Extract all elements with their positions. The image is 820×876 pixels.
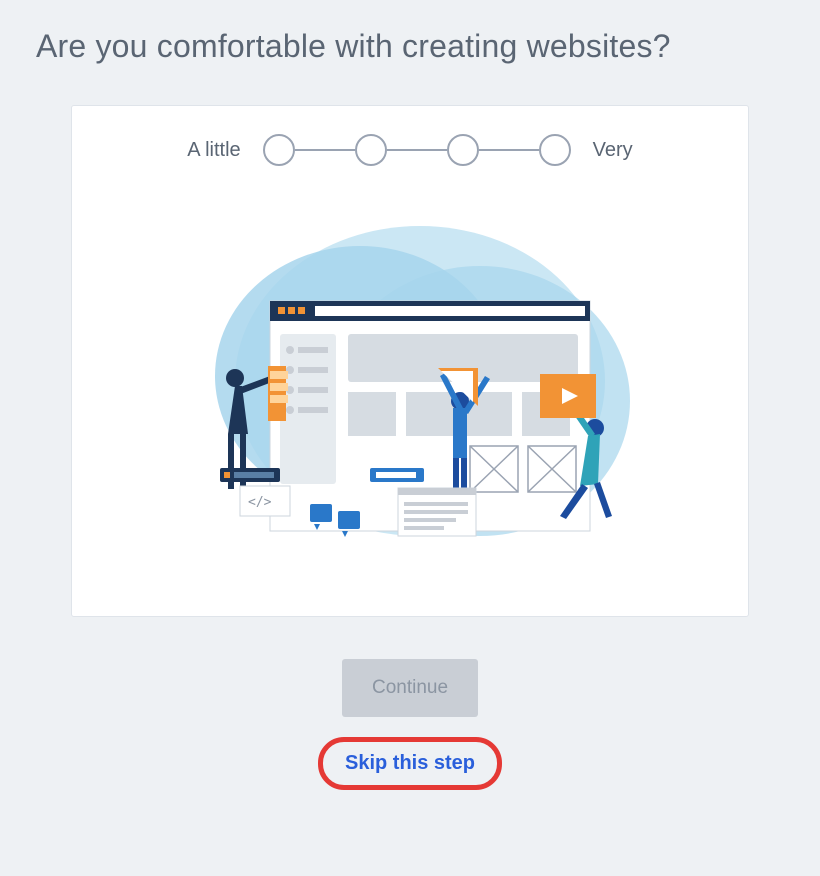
scale-connector — [295, 149, 355, 151]
website-builder-svg: </> — [180, 206, 640, 566]
svg-text:</>: </> — [248, 495, 272, 510]
website-builder-illustration: </> — [180, 206, 640, 566]
comfort-scale: A little Very — [72, 134, 748, 166]
continue-button[interactable]: Continue — [342, 659, 478, 717]
scale-track — [263, 134, 571, 166]
scale-step-4[interactable] — [539, 134, 571, 166]
comfort-card: A little Very — [71, 105, 749, 617]
scale-connector — [479, 149, 539, 151]
scale-max-label: Very — [593, 139, 633, 162]
scale-step-1[interactable] — [263, 134, 295, 166]
scale-step-3[interactable] — [447, 134, 479, 166]
skip-link[interactable]: Skip this step — [345, 752, 475, 774]
scale-step-2[interactable] — [355, 134, 387, 166]
scale-connector — [387, 149, 447, 151]
scale-min-label: A little — [187, 139, 240, 162]
question-title: Are you comfortable with creating websit… — [36, 28, 784, 65]
skip-highlight-ring: Skip this step — [318, 737, 502, 790]
illustration-wrap: </> — [72, 206, 748, 566]
actions: Continue Skip this step — [36, 659, 784, 790]
onboarding-step: Are you comfortable with creating websit… — [0, 0, 820, 818]
